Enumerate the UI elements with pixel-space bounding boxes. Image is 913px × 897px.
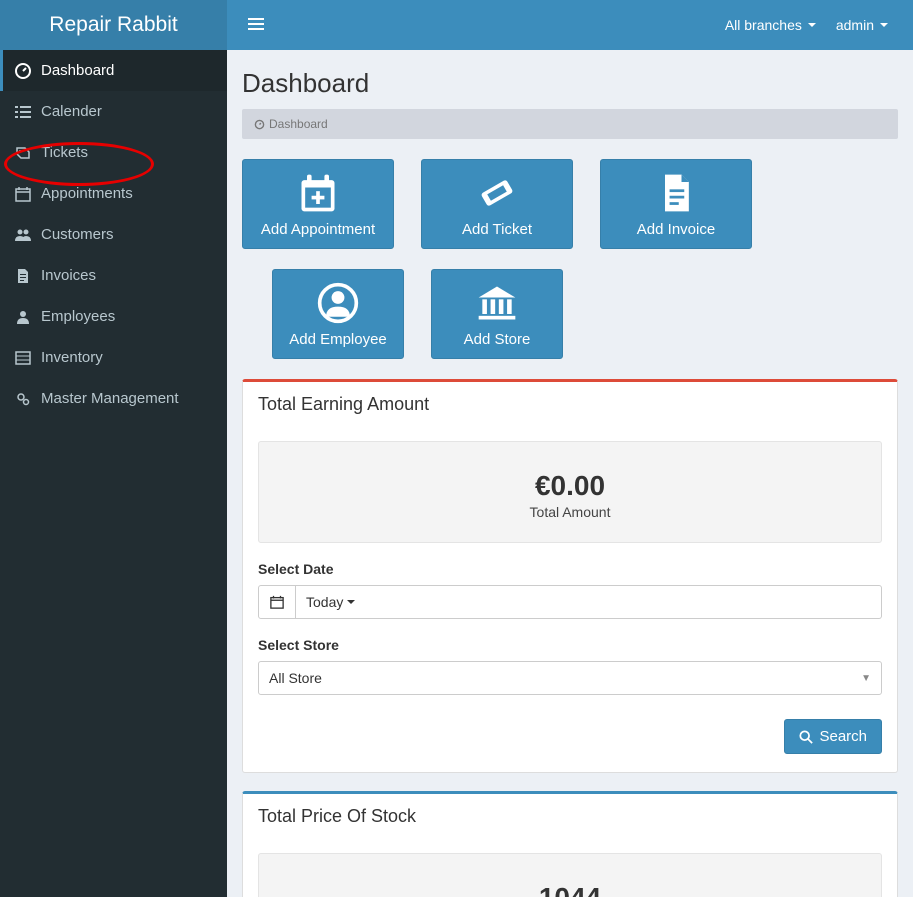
total-amount-value: €0.00 [269, 470, 871, 502]
sidebar-item-tickets[interactable]: Tickets [0, 132, 227, 173]
breadcrumb: Dashboard [242, 109, 898, 139]
breadcrumb-text: Dashboard [269, 117, 328, 131]
store-label: Select Store [258, 637, 882, 653]
action-button-label: Add Store [464, 331, 531, 348]
file-icon [15, 268, 31, 284]
add-store-button[interactable]: Add Store [431, 269, 563, 359]
search-button[interactable]: Search [784, 719, 882, 754]
dashboard-icon [15, 63, 31, 79]
date-value: Today [306, 594, 343, 610]
sidebar-item-label: Invoices [41, 267, 96, 284]
earning-panel: Total Earning Amount €0.00 Total Amount … [242, 379, 898, 773]
sidebar-item-dashboard[interactable]: Dashboard [0, 50, 227, 91]
inventory-icon [15, 350, 31, 366]
file-icon [654, 171, 698, 215]
caret-down-icon: ▼ [861, 673, 871, 684]
action-button-label: Add Employee [289, 331, 387, 348]
sidebar-item-label: Employees [41, 308, 115, 325]
top-header: All branches admin [227, 0, 913, 50]
total-quantity-box: 1044 Total Quantity [258, 853, 882, 897]
date-selector[interactable]: Today [296, 585, 882, 619]
app-logo[interactable]: Repair Rabbit [0, 0, 227, 50]
sidebar-item-appointments[interactable]: Appointments [0, 173, 227, 214]
panel-title: Total Earning Amount [243, 382, 897, 427]
total-amount-box: €0.00 Total Amount [258, 441, 882, 543]
store-selector[interactable]: All Store ▼ [258, 661, 882, 695]
search-icon [799, 730, 813, 744]
page-title: Dashboard [242, 68, 898, 99]
branch-selector-dropdown[interactable]: All branches [715, 7, 826, 43]
add-invoice-button[interactable]: Add Invoice [600, 159, 752, 249]
users-icon [15, 227, 31, 243]
list-icon [15, 104, 31, 120]
add-ticket-button[interactable]: Add Ticket [421, 159, 573, 249]
sidebar-item-employees[interactable]: Employees [0, 296, 227, 337]
dashboard-icon [254, 119, 265, 130]
cogs-icon [15, 391, 31, 407]
calendar-plus-icon [296, 171, 340, 215]
branch-selector-label: All branches [725, 17, 802, 33]
sidebar-item-label: Customers [41, 226, 114, 243]
stock-panel: Total Price Of Stock 1044 Total Quantity [242, 791, 898, 897]
action-button-label: Add Invoice [637, 221, 715, 238]
main-content: Dashboard Dashboard Add Appointment Add … [227, 50, 913, 897]
sidebar-item-label: Tickets [41, 144, 88, 161]
user-circle-icon [316, 281, 360, 325]
sidebar: Dashboard Calender Tickets Appointments … [0, 50, 227, 897]
total-quantity-value: 1044 [269, 882, 871, 897]
total-amount-label: Total Amount [269, 504, 871, 520]
action-button-label: Add Appointment [261, 221, 375, 238]
sidebar-toggle-button[interactable] [242, 10, 270, 41]
ticket-icon [475, 171, 519, 215]
caret-down-icon [347, 600, 355, 604]
add-employee-button[interactable]: Add Employee [272, 269, 404, 359]
ticket-icon [15, 145, 31, 161]
store-value: All Store [269, 670, 322, 686]
sidebar-item-master-management[interactable]: Master Management [0, 378, 227, 419]
calendar-icon [270, 595, 284, 609]
user-menu-label: admin [836, 17, 874, 33]
add-appointment-button[interactable]: Add Appointment [242, 159, 394, 249]
sidebar-item-label: Appointments [41, 185, 133, 202]
caret-down-icon [880, 23, 888, 27]
user-menu-dropdown[interactable]: admin [826, 7, 898, 43]
search-button-label: Search [819, 728, 867, 745]
sidebar-item-invoices[interactable]: Invoices [0, 255, 227, 296]
user-icon [15, 309, 31, 325]
sidebar-item-inventory[interactable]: Inventory [0, 337, 227, 378]
sidebar-item-label: Dashboard [41, 62, 114, 79]
calendar-addon[interactable] [258, 585, 296, 619]
action-button-label: Add Ticket [462, 221, 532, 238]
sidebar-item-label: Inventory [41, 349, 103, 366]
panel-title: Total Price Of Stock [243, 794, 897, 839]
caret-down-icon [808, 23, 816, 27]
sidebar-item-label: Calender [41, 103, 102, 120]
sidebar-item-customers[interactable]: Customers [0, 214, 227, 255]
sidebar-item-label: Master Management [41, 390, 179, 407]
hamburger-icon [248, 16, 264, 32]
calendar-icon [15, 186, 31, 202]
date-label: Select Date [258, 561, 882, 577]
bank-icon [475, 281, 519, 325]
sidebar-item-calender[interactable]: Calender [0, 91, 227, 132]
